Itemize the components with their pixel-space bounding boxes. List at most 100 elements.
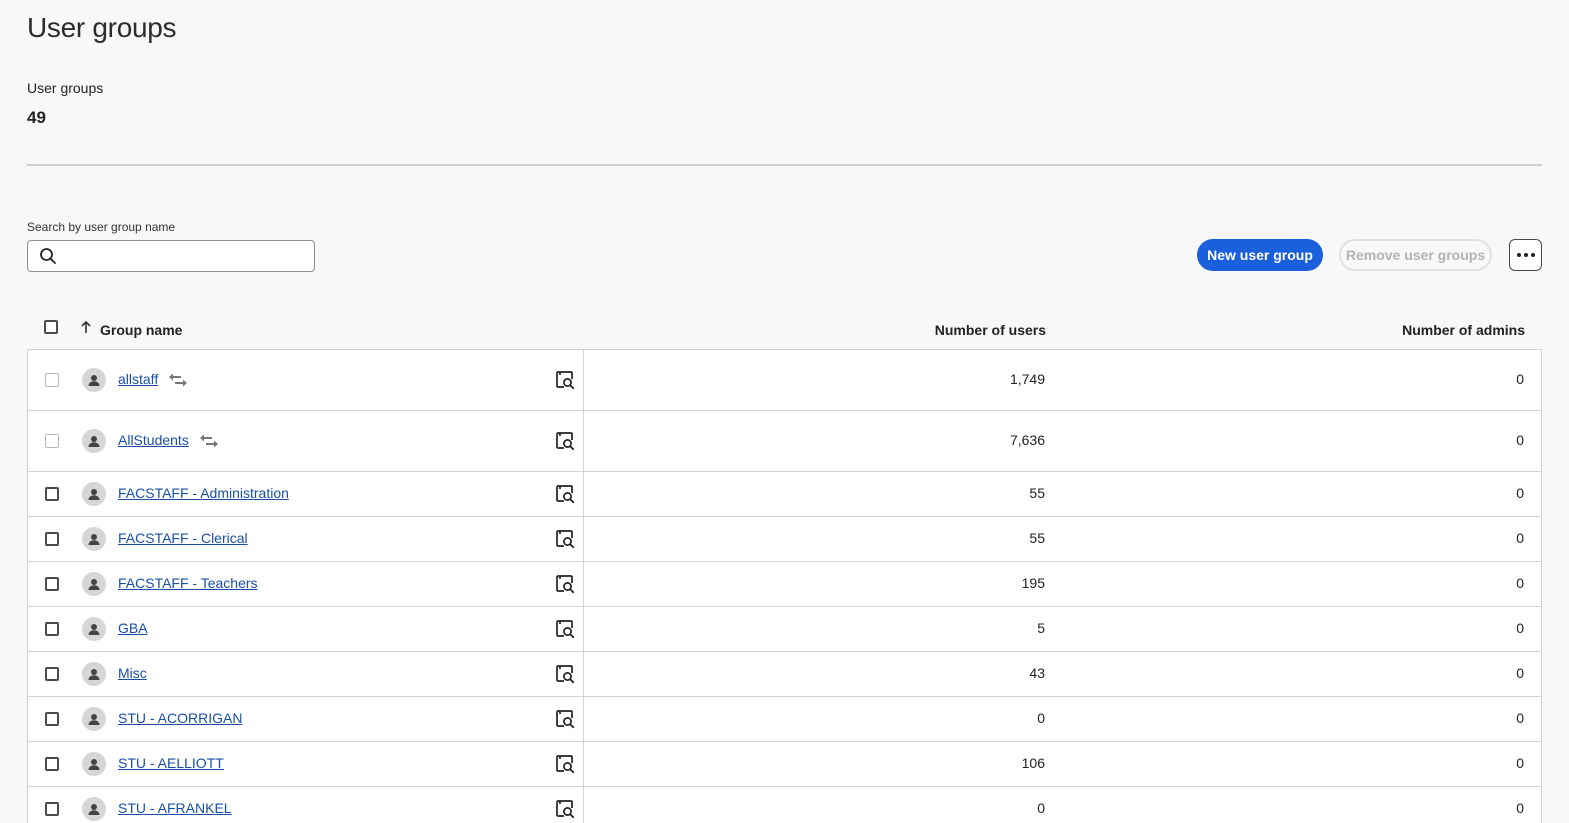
remove-user-groups-button[interactable]: Remove user groups — [1339, 239, 1492, 271]
row-checkbox[interactable] — [45, 622, 59, 636]
number-of-users: 195 — [1021, 575, 1045, 591]
group-name-link[interactable]: FACSTAFF - Teachers — [118, 575, 258, 591]
user-group-icon — [82, 368, 106, 392]
search-field — [27, 240, 315, 272]
view-details-icon[interactable] — [555, 574, 575, 594]
user-groups-count: 49 — [27, 108, 46, 127]
column-divider — [583, 517, 584, 561]
view-details-icon[interactable] — [555, 529, 575, 549]
number-of-users: 43 — [1029, 665, 1045, 681]
ellipsis-icon — [1516, 253, 1535, 257]
sync-icon — [168, 372, 188, 388]
group-name-link[interactable]: STU - ACORRIGAN — [118, 710, 242, 726]
group-name-link[interactable]: GBA — [118, 620, 148, 636]
column-divider — [583, 411, 584, 471]
more-actions-button[interactable] — [1509, 239, 1542, 271]
user-group-icon — [82, 707, 106, 731]
column-divider — [583, 562, 584, 606]
group-name-link[interactable]: allstaff — [118, 371, 158, 387]
table-row: STU - AFRANKEL 0 0 — [28, 787, 1541, 823]
group-name-link[interactable]: STU - AELLIOTT — [118, 755, 224, 771]
search-icon — [39, 247, 57, 265]
number-of-users: 5 — [1037, 620, 1045, 636]
number-of-users: 1,749 — [1009, 371, 1045, 387]
view-details-icon[interactable] — [555, 484, 575, 504]
number-of-users: 0 — [1037, 800, 1045, 816]
number-of-admins: 0 — [1516, 371, 1524, 387]
row-checkbox[interactable] — [45, 373, 59, 387]
row-checkbox[interactable] — [45, 712, 59, 726]
row-checkbox[interactable] — [45, 532, 59, 546]
column-divider — [583, 787, 584, 823]
search-input[interactable] — [57, 241, 314, 271]
user-groups-count-label: User groups — [27, 80, 104, 96]
user-group-icon — [82, 617, 106, 641]
sync-icon — [199, 433, 219, 449]
row-checkbox[interactable] — [45, 667, 59, 681]
table-row: FACSTAFF - Clerical 55 0 — [28, 517, 1541, 562]
table-row: FACSTAFF - Administration 55 0 — [28, 472, 1541, 517]
column-divider — [583, 697, 584, 741]
column-divider — [583, 742, 584, 786]
table-row: STU - AELLIOTT 106 0 — [28, 742, 1541, 787]
user-group-icon — [82, 527, 106, 551]
number-of-users: 55 — [1029, 530, 1045, 546]
column-divider — [583, 652, 584, 696]
user-group-icon — [82, 572, 106, 596]
number-of-admins: 0 — [1516, 485, 1524, 501]
number-of-users: 7,636 — [1009, 432, 1045, 448]
column-header-group-name[interactable]: Group name — [100, 322, 182, 338]
column-header-number-of-users: Number of users — [934, 322, 1046, 338]
select-all-checkbox[interactable] — [44, 320, 58, 334]
table-row: AllStudents 7,636 0 — [28, 411, 1541, 472]
column-divider — [583, 350, 584, 410]
group-name-link[interactable]: FACSTAFF - Administration — [118, 485, 289, 501]
view-details-icon[interactable] — [555, 754, 575, 774]
divider — [27, 164, 1542, 166]
user-group-icon — [82, 752, 106, 776]
row-checkbox[interactable] — [45, 487, 59, 501]
number-of-admins: 0 — [1516, 800, 1524, 816]
group-name-link[interactable]: FACSTAFF - Clerical — [118, 530, 248, 546]
view-details-icon[interactable] — [555, 799, 575, 819]
page-title: User groups — [27, 12, 177, 43]
user-group-icon — [82, 662, 106, 686]
number-of-users: 0 — [1037, 710, 1045, 726]
row-checkbox[interactable] — [45, 577, 59, 591]
view-details-icon[interactable] — [555, 370, 575, 390]
number-of-admins: 0 — [1516, 665, 1524, 681]
column-divider — [583, 607, 584, 651]
number-of-admins: 0 — [1516, 432, 1524, 448]
table-row: STU - ACORRIGAN 0 0 — [28, 697, 1541, 742]
user-groups-table: allstaff 1,749 0 AllStudents 7,636 0 FACSTAFF … — [27, 349, 1542, 823]
user-group-icon — [82, 797, 106, 821]
group-name-link[interactable]: STU - AFRANKEL — [118, 800, 232, 816]
table-row: allstaff 1,749 0 — [28, 350, 1541, 411]
table-header: Group name Number of users Number of adm… — [27, 310, 1542, 349]
user-group-icon — [82, 429, 106, 453]
table-row: Misc 43 0 — [28, 652, 1541, 697]
column-header-number-of-admins: Number of admins — [1402, 322, 1525, 338]
row-checkbox[interactable] — [45, 434, 59, 448]
new-user-group-button[interactable]: New user group — [1197, 239, 1323, 271]
user-group-icon — [82, 482, 106, 506]
group-name-link[interactable]: AllStudents — [118, 432, 189, 448]
table-row: FACSTAFF - Teachers 195 0 — [28, 562, 1541, 607]
number-of-admins: 0 — [1516, 710, 1524, 726]
table-row: GBA 5 0 — [28, 607, 1541, 652]
view-details-icon[interactable] — [555, 664, 575, 684]
number-of-admins: 0 — [1516, 755, 1524, 771]
number-of-admins: 0 — [1516, 530, 1524, 546]
number-of-admins: 0 — [1516, 575, 1524, 591]
row-checkbox[interactable] — [45, 757, 59, 771]
view-details-icon[interactable] — [555, 709, 575, 729]
view-details-icon[interactable] — [555, 619, 575, 639]
view-details-icon[interactable] — [555, 431, 575, 451]
number-of-users: 55 — [1029, 485, 1045, 501]
number-of-admins: 0 — [1516, 620, 1524, 636]
number-of-users: 106 — [1021, 755, 1045, 771]
search-label: Search by user group name — [27, 220, 176, 234]
sort-ascending-icon[interactable] — [80, 320, 92, 334]
row-checkbox[interactable] — [45, 802, 59, 816]
group-name-link[interactable]: Misc — [118, 665, 147, 681]
